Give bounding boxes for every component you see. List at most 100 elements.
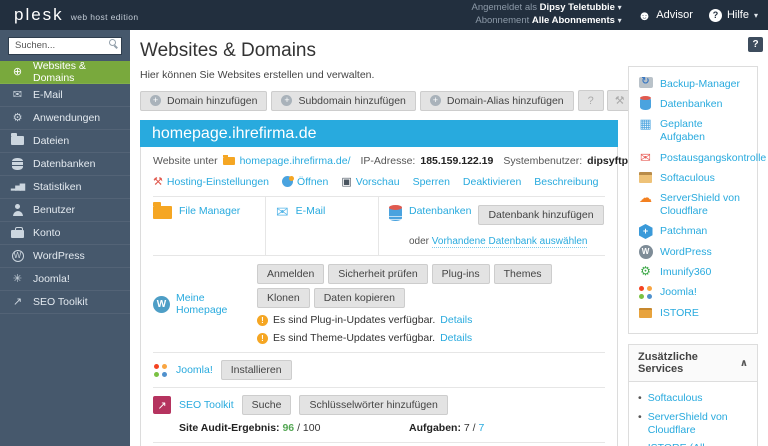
servershield-service-link[interactable]: ServerShield von Cloudflare (648, 411, 748, 436)
istore-link[interactable]: ISTORE (660, 307, 699, 320)
wp-login-button[interactable]: Anmelden (257, 264, 324, 284)
add-subdomain-button[interactable]: + Subdomain hinzufügen (271, 91, 415, 111)
servershield-link[interactable]: ServerShield von Cloudflare (660, 192, 748, 218)
website-root-link[interactable]: homepage.ihrefirma.de/ (240, 155, 351, 167)
sidebar-item-wordpress[interactable]: W WordPress (0, 245, 130, 268)
joomla-link2[interactable]: Joomla! (660, 286, 697, 299)
outgoing-mail-control-link[interactable]: Postausgangskontrolle (660, 152, 766, 165)
domain-toolbar: + Domain hinzufügen + Subdomain hinzufüg… (140, 90, 618, 111)
sidebar-item-statistics[interactable]: ▂▅▇ Statistiken (0, 176, 130, 199)
databases-item: Datenbanken (638, 98, 748, 111)
list-item: • ServerShield von Cloudflare (638, 411, 748, 436)
plugin-updates-warning: ! Es sind Plug-in-Updates verfügbar. Det… (257, 314, 605, 326)
chevron-down-icon: ▾ (754, 11, 758, 20)
list-item: • ISTORE (All domains) (638, 442, 748, 446)
sidebar-item-databases[interactable]: Datenbanken (0, 153, 130, 176)
suspend-link[interactable]: Sperren (413, 176, 450, 188)
description-link[interactable]: Beschreibung (534, 176, 598, 188)
toolbar-help-button[interactable]: ? (578, 90, 604, 111)
databases-link2[interactable]: Datenbanken (660, 98, 722, 111)
advisor-label: Advisor (656, 9, 693, 21)
add-domain-button[interactable]: + Domain hinzufügen (140, 91, 267, 111)
scheduled-tasks-link[interactable]: Geplante Aufgaben (660, 118, 748, 144)
plugin-updates-details-link[interactable]: Details (440, 314, 472, 326)
sidebar-item-seo-toolkit[interactable]: ↗ SEO Toolkit (0, 291, 130, 314)
joomla-icon: ✳ (10, 272, 25, 285)
seo-toolkit-top: ↗ SEO Toolkit Suche Schlüsselwörter hinz… (153, 395, 605, 415)
wordpress-item: W WordPress (638, 246, 748, 259)
warning-icon: ! (257, 315, 268, 326)
sidebar-item-account[interactable]: Konto (0, 222, 130, 245)
additional-services-header[interactable]: Zusätzliche Services ∧ (629, 345, 757, 382)
help-label: Hilfe (727, 9, 749, 21)
domain-actions-row: ⚒Hosting-Einstellungen Öffnen ▣Vorschau … (153, 170, 605, 196)
logged-in-row[interactable]: Angemeldet als Dipsy Teletubbie ▾ (472, 2, 622, 15)
wp-clone-button[interactable]: Klonen (257, 288, 310, 308)
plesk-logo-text: plesk (14, 5, 64, 25)
softaculous-service-link[interactable]: Softaculous (648, 392, 703, 405)
sidebar-item-email[interactable]: ✉ E-Mail (0, 84, 130, 107)
seo-search-button[interactable]: Suche (242, 395, 292, 415)
wp-plugins-button[interactable]: Plug-ins (432, 264, 490, 284)
file-manager-link[interactable]: File Manager (179, 205, 240, 217)
user-icon (10, 204, 25, 216)
add-domain-alias-button[interactable]: + Domain-Alias hinzufügen (420, 91, 574, 111)
sidebar-item-label: SEO Toolkit (33, 296, 88, 308)
globe-icon: ⊕ (10, 65, 25, 78)
advisor-button[interactable]: ☻ Advisor (638, 8, 693, 23)
domain-card: homepage.ihrefirma.de Website unter home… (140, 120, 618, 446)
theme-updates-details-link[interactable]: Details (440, 332, 472, 344)
sidebar-item-joomla[interactable]: ✳ Joomla! (0, 268, 130, 291)
cloudflare-cloud-icon: ☁ (638, 191, 653, 204)
sidebar-item-users[interactable]: Benutzer (0, 199, 130, 222)
seo-toolkit-link[interactable]: SEO Toolkit (179, 399, 234, 411)
ip-label: IP-Adresse: (361, 155, 416, 167)
sidebar-item-applications[interactable]: ⚙ Anwendungen (0, 107, 130, 130)
search-icon[interactable] (109, 39, 116, 46)
preview-link[interactable]: Vorschau (356, 176, 400, 188)
joomla-link[interactable]: Joomla! (176, 364, 213, 376)
bar-chart-icon: ▂▅▇ (10, 183, 25, 191)
page-title: Websites & Domains (140, 40, 618, 62)
tools-icon: ⚒ (153, 175, 163, 188)
sidebar-item-websites-domains[interactable]: ⊕ Websites & Domains (0, 61, 130, 84)
wordpress-site: W Meine Homepage (153, 264, 249, 344)
sidebar-item-label: E-Mail (33, 89, 63, 101)
select-existing-database-link[interactable]: Vorhandene Datenbank auswählen (432, 236, 588, 248)
deactivate-link[interactable]: Deaktivieren (463, 176, 521, 188)
wordpress-link[interactable]: WordPress (660, 246, 712, 259)
seo-tasks: Aufgaben: 7 / 7 (409, 422, 484, 434)
plesk-logo[interactable]: plesk web host edition (14, 5, 139, 25)
backup-manager-link[interactable]: Backup-Manager (660, 78, 740, 91)
imunify360-link[interactable]: Imunify360 (660, 266, 711, 279)
joomla-install-button[interactable]: Installieren (221, 360, 292, 380)
subscription-row[interactable]: Abonnement Alle Abonnements ▾ (472, 15, 622, 28)
outgoing-mail-control-item: ✉ Postausgangskontrolle (638, 152, 748, 165)
seo-tasks-link[interactable]: 7 (478, 422, 484, 434)
databases-link[interactable]: Datenbanken (409, 205, 471, 217)
search-input[interactable] (8, 37, 122, 55)
theme-updates-warning: ! Es sind Theme-Updates verfügbar. Detai… (257, 332, 605, 344)
seo-add-keywords-button[interactable]: Schlüsselwörter hinzufügen (299, 395, 447, 415)
gear-icon: ⚙ (10, 111, 25, 124)
wordpress-site-link[interactable]: Meine Homepage (176, 292, 249, 316)
hosting-settings-link[interactable]: Hosting-Einstellungen (167, 176, 269, 188)
context-help-button[interactable]: ? (748, 37, 763, 52)
wp-check-security-button[interactable]: Sicherheit prüfen (328, 264, 427, 284)
seo-toolkit-row: ↗ SEO Toolkit Suche Schlüsselwörter hinz… (153, 388, 605, 443)
help-menu[interactable]: ? Hilfe ▾ (709, 9, 758, 22)
left-sidebar: ⊕ Websites & Domains ✉ E-Mail ⚙ Anwendun… (0, 30, 130, 446)
add-database-button[interactable]: Datenbank hinzufügen (478, 205, 603, 225)
wordpress-icon: W (10, 250, 25, 262)
wp-copy-data-button[interactable]: Daten kopieren (314, 288, 405, 308)
open-link[interactable]: Öffnen (297, 176, 328, 188)
advisor-icon: ☻ (638, 8, 652, 23)
patchman-link[interactable]: Patchman (660, 225, 707, 238)
wp-themes-button[interactable]: Themes (494, 264, 552, 284)
sidebar-item-files[interactable]: Dateien (0, 130, 130, 153)
file-manager-icon (153, 206, 172, 219)
email-link[interactable]: E-Mail (296, 205, 326, 217)
istore-service-link[interactable]: ISTORE (All domains) (648, 442, 748, 446)
softaculous-link[interactable]: Softaculous (660, 172, 715, 185)
email-cell: ✉ E-Mail (266, 197, 379, 255)
